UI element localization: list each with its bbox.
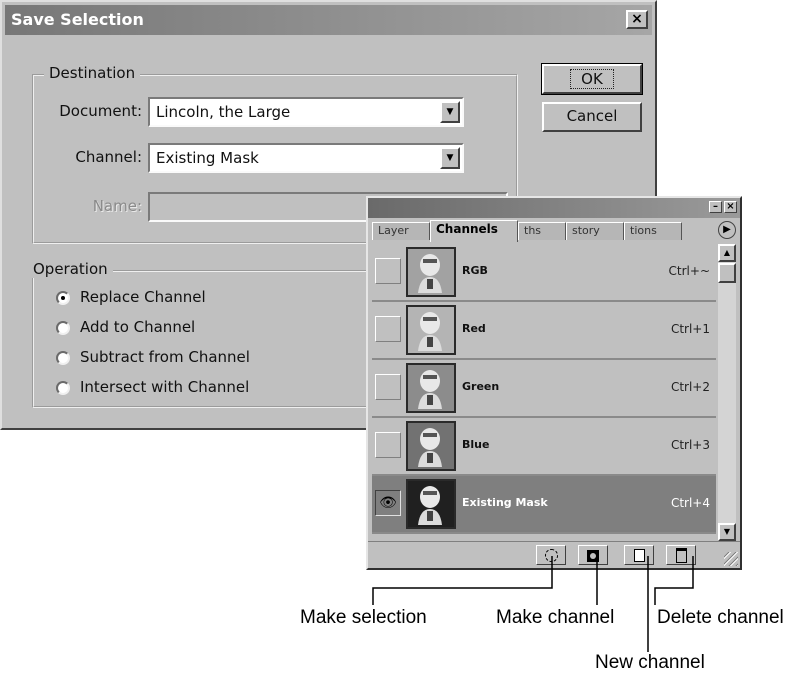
delete-channel-callout: Delete channel (657, 607, 784, 628)
make-selection-callout: Make selection (300, 607, 427, 628)
make-channel-callout: Make channel (496, 607, 615, 628)
new-channel-callout: New channel (595, 652, 705, 673)
callout-lines (372, 556, 694, 652)
